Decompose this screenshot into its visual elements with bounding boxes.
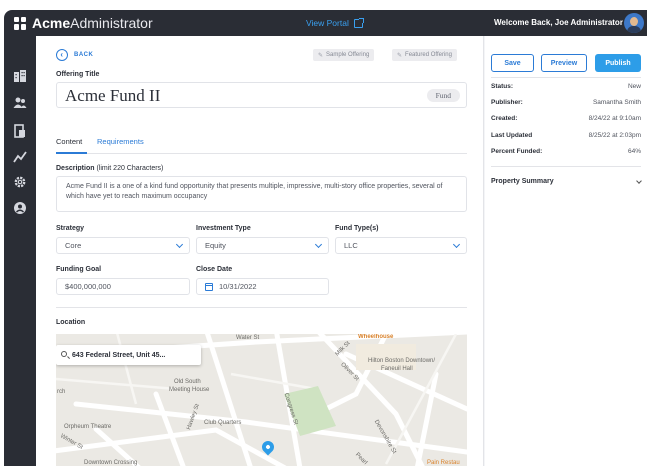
created-key: Created: <box>491 115 518 122</box>
sidebar-nav <box>4 36 36 466</box>
tab-divider <box>56 153 467 154</box>
map-label: Wheelhouse <box>358 334 394 340</box>
status-panel: Save Preview Publish Status: New Publish… <box>485 36 647 466</box>
map-search-value: 643 Federal Street, Unit 45... <box>72 351 166 359</box>
close-date-label: Close Date <box>196 266 233 273</box>
tag-icon: ✎ <box>397 52 403 59</box>
section-divider <box>56 307 467 308</box>
view-portal-label: View Portal <box>306 18 349 28</box>
fund-types-value: LLC <box>344 241 358 250</box>
map-search-input[interactable]: 643 Federal Street, Unit 45... <box>56 345 201 365</box>
offering-title-label: Offering Title <box>56 71 100 78</box>
strategy-label: Strategy <box>56 225 85 232</box>
calendar-icon <box>205 282 213 291</box>
created-row: Created: 8/24/22 at 9:10am <box>491 115 641 122</box>
investment-type-select[interactable]: Equity <box>196 237 329 254</box>
map-label: rch <box>57 389 66 395</box>
offering-title-input[interactable]: Acme Fund II Fund <box>56 82 467 108</box>
publisher-value: Samantha Smith <box>592 99 641 106</box>
panel-divider <box>491 77 641 78</box>
location-label: Location <box>56 319 86 326</box>
description-label: Description (limit 220 Characters) <box>56 165 163 172</box>
chevron-down-icon <box>452 240 461 249</box>
created-value: 8/24/22 at 9:10am <box>588 115 641 122</box>
analytics-icon[interactable] <box>13 150 27 164</box>
map-label: Faneuil Hall <box>381 366 413 372</box>
funding-goal-value: $400,000,000 <box>65 282 111 291</box>
location-map[interactable]: 643 Federal Street, Unit 45... Water St … <box>56 334 467 466</box>
tag-label: Featured Offering <box>405 52 452 58</box>
top-bar: Acme Administrator View Portal Welcome Ba… <box>4 10 647 36</box>
strategy-value: Core <box>65 241 82 250</box>
close-date-input[interactable]: 10/31/2022 <box>196 278 329 295</box>
panel-divider <box>491 166 641 167</box>
offering-title-value: Acme Fund II <box>65 86 161 105</box>
map-label: Pain Restau <box>427 460 460 466</box>
last-updated-row: Last Updated 8/25/22 at 2:03pm <box>491 132 641 139</box>
tag-icon: ✎ <box>318 52 324 59</box>
building-icon[interactable] <box>13 69 27 83</box>
fund-types-select[interactable]: LLC <box>335 237 467 254</box>
fund-types-label: Fund Type(s) <box>335 225 379 232</box>
property-summary-toggle[interactable]: Property Summary <box>491 178 554 185</box>
active-tab-indicator <box>56 152 87 154</box>
save-button[interactable]: Save <box>491 54 534 72</box>
settings-icon[interactable] <box>13 175 27 189</box>
map-label: Meeting House <box>169 387 210 393</box>
chevron-down-icon[interactable] <box>636 178 642 184</box>
users-icon[interactable] <box>13 96 27 110</box>
map-label: Hilton Boston Downtown/ <box>368 358 436 364</box>
percent-funded-key: Percent Funded: <box>491 148 543 155</box>
last-updated-value: 8/25/22 at 2:03pm <box>588 132 641 139</box>
profile-icon[interactable] <box>13 201 27 215</box>
map-label: Old South <box>174 379 201 385</box>
map-label: Downtown Crossing <box>84 460 138 466</box>
investment-type-label: Investment Type <box>196 225 251 232</box>
back-label: BACK <box>74 52 94 58</box>
funding-goal-label: Funding Goal <box>56 266 102 273</box>
status-value: New <box>627 83 641 90</box>
logo-text-light: Administrator <box>70 15 153 31</box>
logo-text-bold: Acme <box>32 15 71 31</box>
chevron-down-icon <box>314 240 323 249</box>
publish-button[interactable]: Publish <box>595 54 641 72</box>
preview-button[interactable]: Preview <box>541 54 587 72</box>
close-date-value: 10/31/2022 <box>219 282 257 291</box>
map-label: Orpheum Theatre <box>64 424 112 430</box>
external-link-icon <box>353 17 364 28</box>
description-hint: (limit 220 Characters) <box>96 165 164 172</box>
map-label: Water St <box>236 335 260 341</box>
main-panel: ‹ BACK ✎ Sample Offering ✎ Featured Offe… <box>36 36 484 466</box>
publisher-row: Publisher: Samantha Smith <box>491 99 641 106</box>
tag-label: Sample Offering <box>326 52 370 58</box>
last-updated-key: Last Updated <box>491 132 533 139</box>
description-label-text: Description <box>56 165 95 172</box>
avatar[interactable] <box>624 13 644 33</box>
chevron-left-icon: ‹ <box>56 49 68 61</box>
featured-offering-tag[interactable]: ✎ Featured Offering <box>392 49 457 61</box>
app-logo[interactable]: Acme Administrator <box>14 15 153 31</box>
percent-funded-value: 64% <box>627 148 641 155</box>
welcome-message: Welcome Back, Joe Administrator <box>494 18 623 27</box>
map-label: Club Quarters <box>204 420 242 426</box>
search-icon <box>61 351 67 357</box>
view-portal-link[interactable]: View Portal <box>306 17 364 28</box>
publisher-key: Publisher: <box>491 99 523 106</box>
status-row: Status: New <box>491 83 641 90</box>
logo-grid-icon <box>14 16 27 30</box>
app-window: Acme Administrator View Portal Welcome Ba… <box>4 10 647 466</box>
offering-type-pill[interactable]: Fund <box>426 89 460 102</box>
percent-funded-row: Percent Funded: 64% <box>491 148 641 155</box>
description-textarea[interactable]: Acme Fund II is a one of a kind fund opp… <box>56 176 467 212</box>
chevron-down-icon <box>175 240 184 249</box>
document-icon[interactable] <box>13 124 27 138</box>
back-button[interactable]: ‹ BACK <box>56 49 93 61</box>
funding-goal-input[interactable]: $400,000,000 <box>56 278 190 295</box>
sample-offering-tag[interactable]: ✎ Sample Offering <box>313 49 375 61</box>
tab-content[interactable]: Content <box>56 137 82 146</box>
tab-requirements[interactable]: Requirements <box>97 137 144 146</box>
strategy-select[interactable]: Core <box>56 237 190 254</box>
investment-type-value: Equity <box>205 241 226 250</box>
status-key: Status: <box>491 83 514 90</box>
